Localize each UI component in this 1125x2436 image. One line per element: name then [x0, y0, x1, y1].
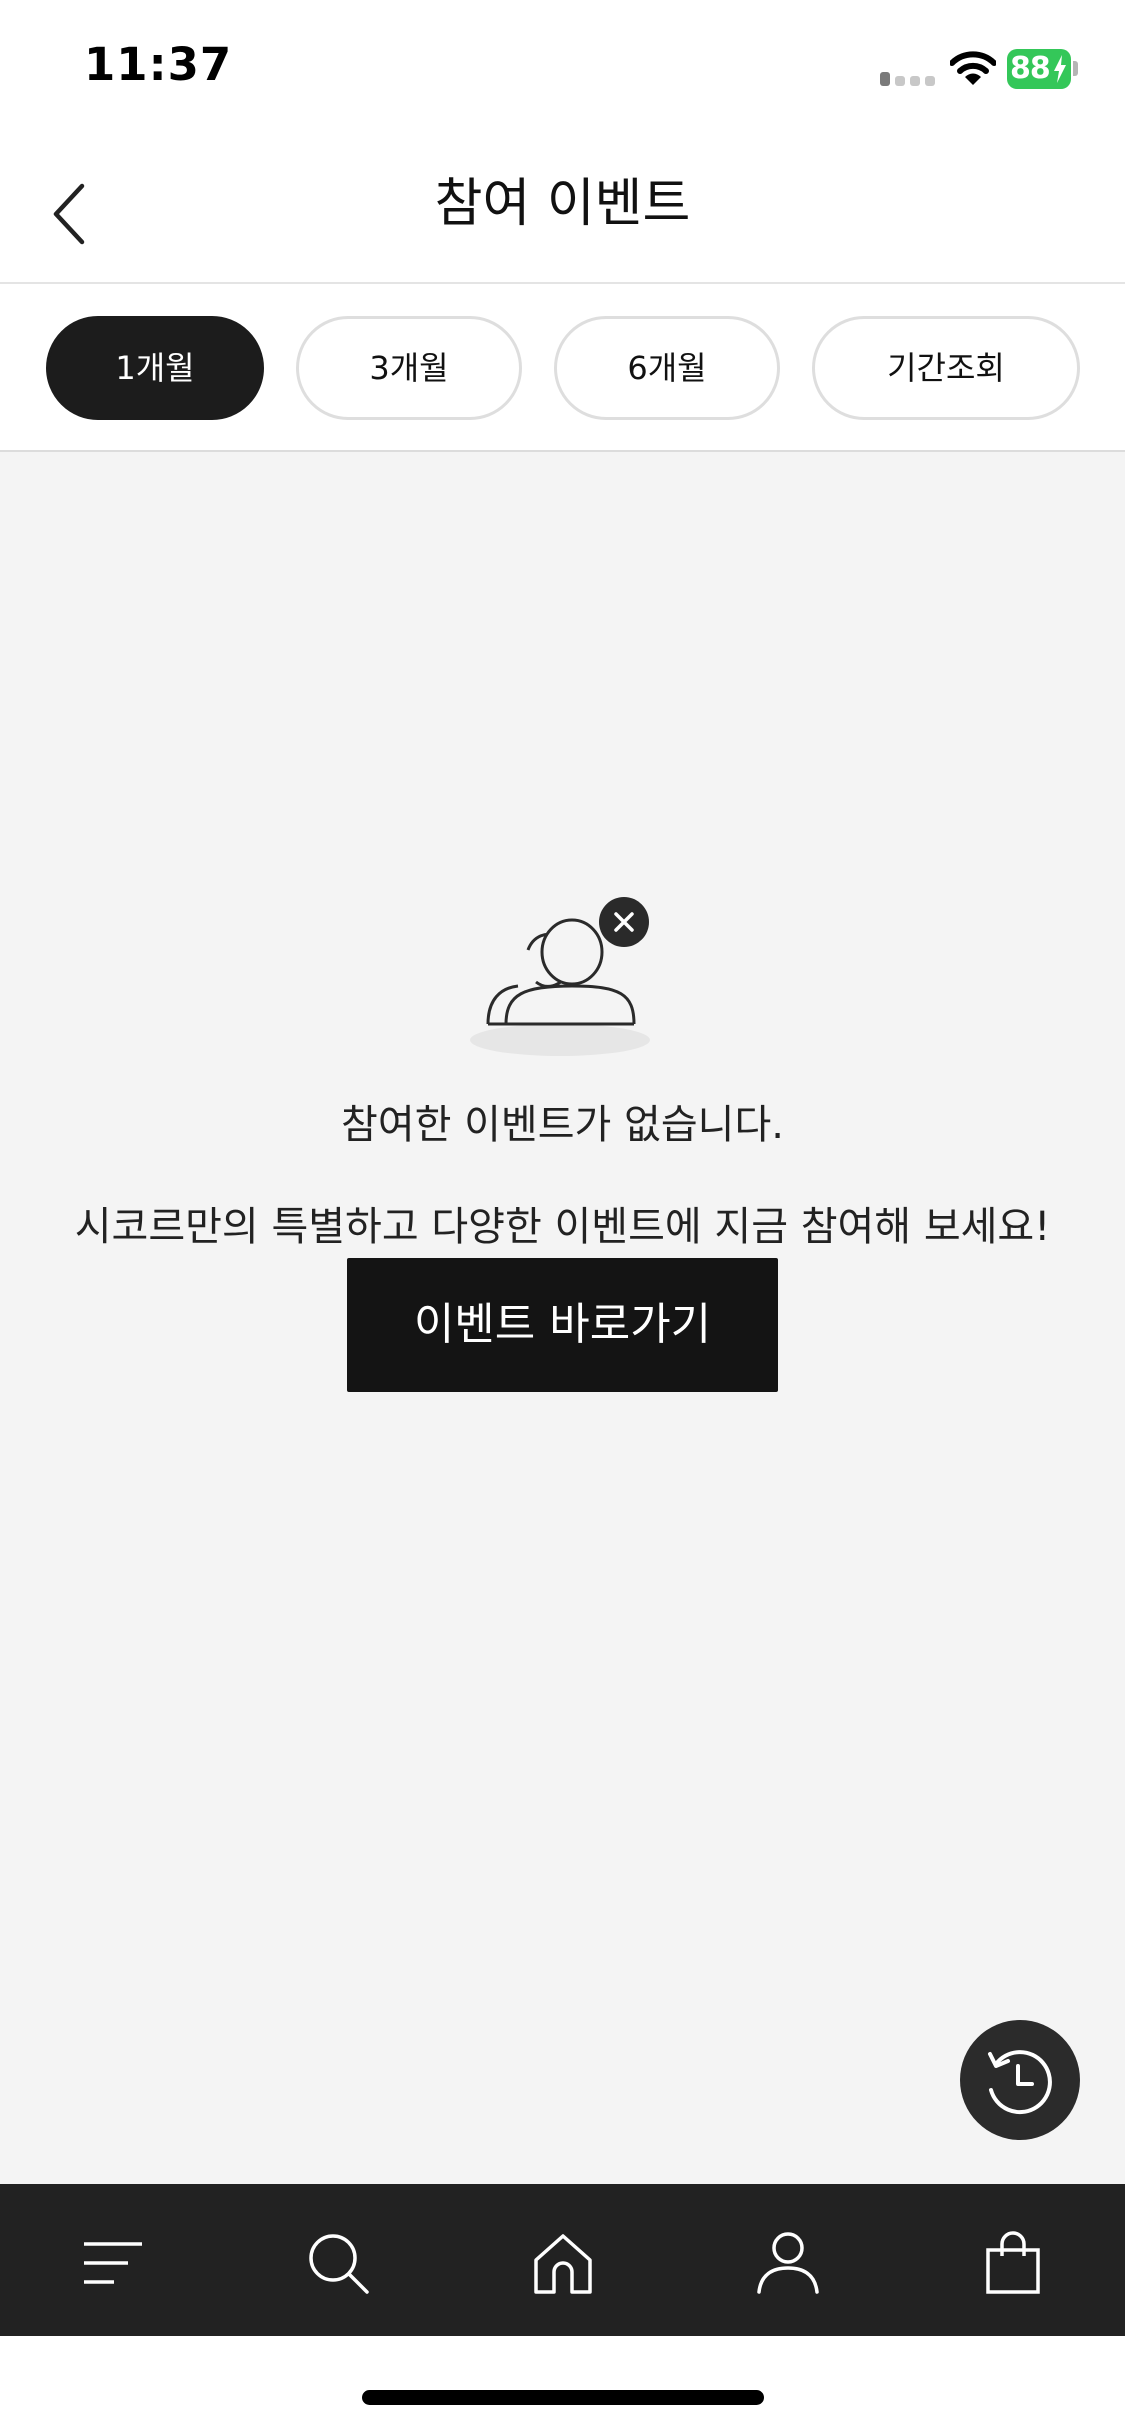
battery-level: 88 [1010, 51, 1051, 86]
nav-home[interactable] [450, 2184, 675, 2336]
status-time: 11:37 [84, 38, 233, 91]
nav-my-page[interactable] [675, 2184, 900, 2336]
menu-icon [84, 2242, 142, 2284]
filter-custom-period[interactable]: 기간조회 [812, 316, 1080, 420]
home-indicator[interactable] [362, 2390, 764, 2405]
nav-menu[interactable] [0, 2184, 225, 2336]
nav-search[interactable] [225, 2184, 450, 2336]
content-area: 참여한 이벤트가 없습니다. 시코르만의 특별하고 다양한 이벤트에 지금 참여… [0, 452, 1125, 2184]
shopping-bag-icon [986, 2231, 1040, 2294]
wifi-icon [950, 51, 996, 85]
user-icon [757, 2232, 819, 2294]
battery-icon: 88 [1007, 49, 1078, 89]
chevron-left-icon [53, 183, 85, 245]
users-x-icon [470, 897, 650, 1056]
filter-6-months[interactable]: 6개월 [554, 316, 780, 420]
home-indicator-area [0, 2336, 1125, 2436]
empty-state-title: 참여한 이벤트가 없습니다. [341, 1102, 784, 1148]
search-icon [309, 2234, 369, 2294]
app-screen: 11:37 88 참여 이벤트 1개월 3개월 6개월 기간조회 참여한 이벤트… [0, 0, 1125, 2436]
page-title: 참여 이벤트 [434, 174, 691, 234]
empty-state-description: 시코르만의 특별하고 다양한 이벤트에 지금 참여해 보세요! [74, 1204, 1051, 1250]
filter-3-months[interactable]: 3개월 [296, 316, 522, 420]
page-header: 참여 이벤트 [0, 136, 1125, 284]
go-to-events-button[interactable]: 이벤트 바로가기 [347, 1258, 778, 1392]
back-button[interactable] [40, 166, 110, 256]
filter-1-month[interactable]: 1개월 [46, 316, 264, 420]
history-icon [988, 2050, 1052, 2115]
home-icon [534, 2234, 592, 2294]
period-filter-bar: 1개월 3개월 6개월 기간조회 [0, 284, 1125, 452]
nav-cart[interactable] [900, 2184, 1125, 2336]
cellular-signal-icon [880, 64, 936, 86]
charging-bolt-icon [1054, 55, 1066, 83]
recent-history-button[interactable] [960, 2020, 1080, 2140]
bottom-navigation [0, 2184, 1125, 2336]
status-bar: 11:37 88 [0, 0, 1125, 136]
